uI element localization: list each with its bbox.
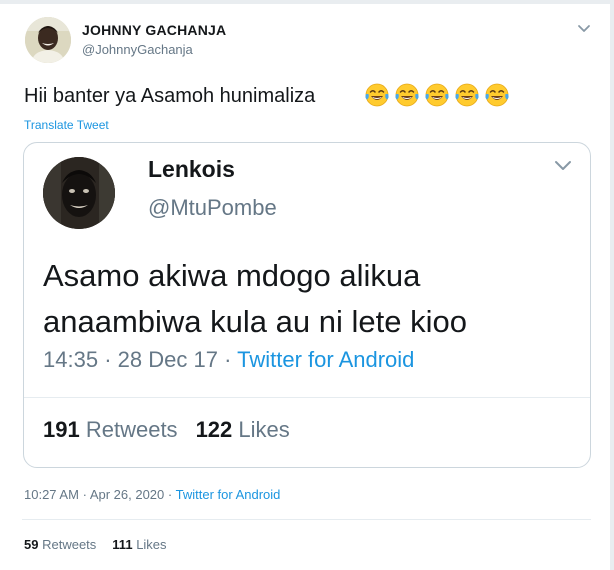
quoted-likes-stat[interactable]: 122 Likes <box>196 417 290 442</box>
quoted-chevron-down-icon[interactable] <box>554 160 572 172</box>
separator-dot: · <box>104 347 112 372</box>
translate-tweet-link[interactable]: Translate Tweet <box>24 118 109 132</box>
retweets-stat[interactable]: 59 Retweets <box>24 537 96 552</box>
quoted-author-avatar[interactable] <box>43 157 115 229</box>
author-avatar[interactable] <box>25 17 71 63</box>
quoted-divider <box>24 397 590 398</box>
quoted-author-handle[interactable]: @MtuPombe <box>148 195 277 221</box>
quoted-text-line: Asamo akiwa mdogo alikua <box>43 258 421 293</box>
tweet-date[interactable]: Apr 26, 2020 <box>90 487 164 502</box>
separator-dot: · <box>82 487 87 502</box>
tweet-text: Hii banter ya Asamoh hunimaliza <box>24 85 316 107</box>
emoji-group <box>364 82 510 108</box>
tweet-timestamp: 10:27 AM · Apr 26, 2020 · Twitter for An… <box>24 487 280 502</box>
quoted-retweets-label: Retweets <box>85 417 178 442</box>
quoted-time[interactable]: 14:35 <box>43 347 98 372</box>
likes-label: Likes <box>136 537 167 552</box>
quoted-author-name[interactable]: Lenkois <box>148 156 235 183</box>
retweets-count: 59 <box>24 537 39 552</box>
separator-dot: · <box>224 347 232 372</box>
quoted-tweet-text: Asamo akiwa mdogo alikua anaambiwa kula … <box>43 253 583 345</box>
joy-emoji-icon <box>485 83 509 107</box>
quoted-retweets-count: 191 <box>43 417 80 442</box>
likes-stat[interactable]: 111 Likes <box>112 537 166 552</box>
quoted-tweet-card[interactable]: Lenkois @MtuPombe Asamo akiwa mdogo alik… <box>23 142 591 468</box>
joy-emoji-icon <box>365 83 389 107</box>
likes-count: 111 <box>112 537 133 552</box>
tweet-stats: 59 Retweets 111 Likes <box>24 537 167 552</box>
joy-emoji-icon <box>455 83 479 107</box>
author-handle[interactable]: @JohnnyGachanja <box>82 42 193 57</box>
quoted-stats: 191 Retweets 122 Likes <box>43 417 290 443</box>
tweet-source-link[interactable]: Twitter for Android <box>176 487 281 502</box>
quoted-likes-label: Likes <box>238 417 290 442</box>
tweet-time[interactable]: 10:27 AM <box>24 487 79 502</box>
joy-emoji-icon <box>425 83 449 107</box>
stats-divider <box>22 519 591 520</box>
quoted-text-line: anaambiwa kula au ni lete kioo <box>43 304 467 339</box>
quoted-date[interactable]: 28 Dec 17 <box>118 347 218 372</box>
quoted-retweets-stat[interactable]: 191 Retweets <box>43 417 178 442</box>
author-name[interactable]: JOHNNY GACHANJA <box>82 22 226 38</box>
separator-dot: · <box>167 487 173 502</box>
window-top-edge <box>0 0 614 4</box>
window-right-edge <box>610 0 614 570</box>
quoted-timestamp: 14:35 · 28 Dec 17 · Twitter for Android <box>43 347 414 373</box>
chevron-down-icon[interactable] <box>577 24 591 34</box>
retweets-label: Retweets <box>42 537 97 552</box>
joy-emoji-icon <box>395 83 419 107</box>
quoted-likes-count: 122 <box>195 417 233 442</box>
quoted-source-link[interactable]: Twitter for Android <box>237 347 414 372</box>
